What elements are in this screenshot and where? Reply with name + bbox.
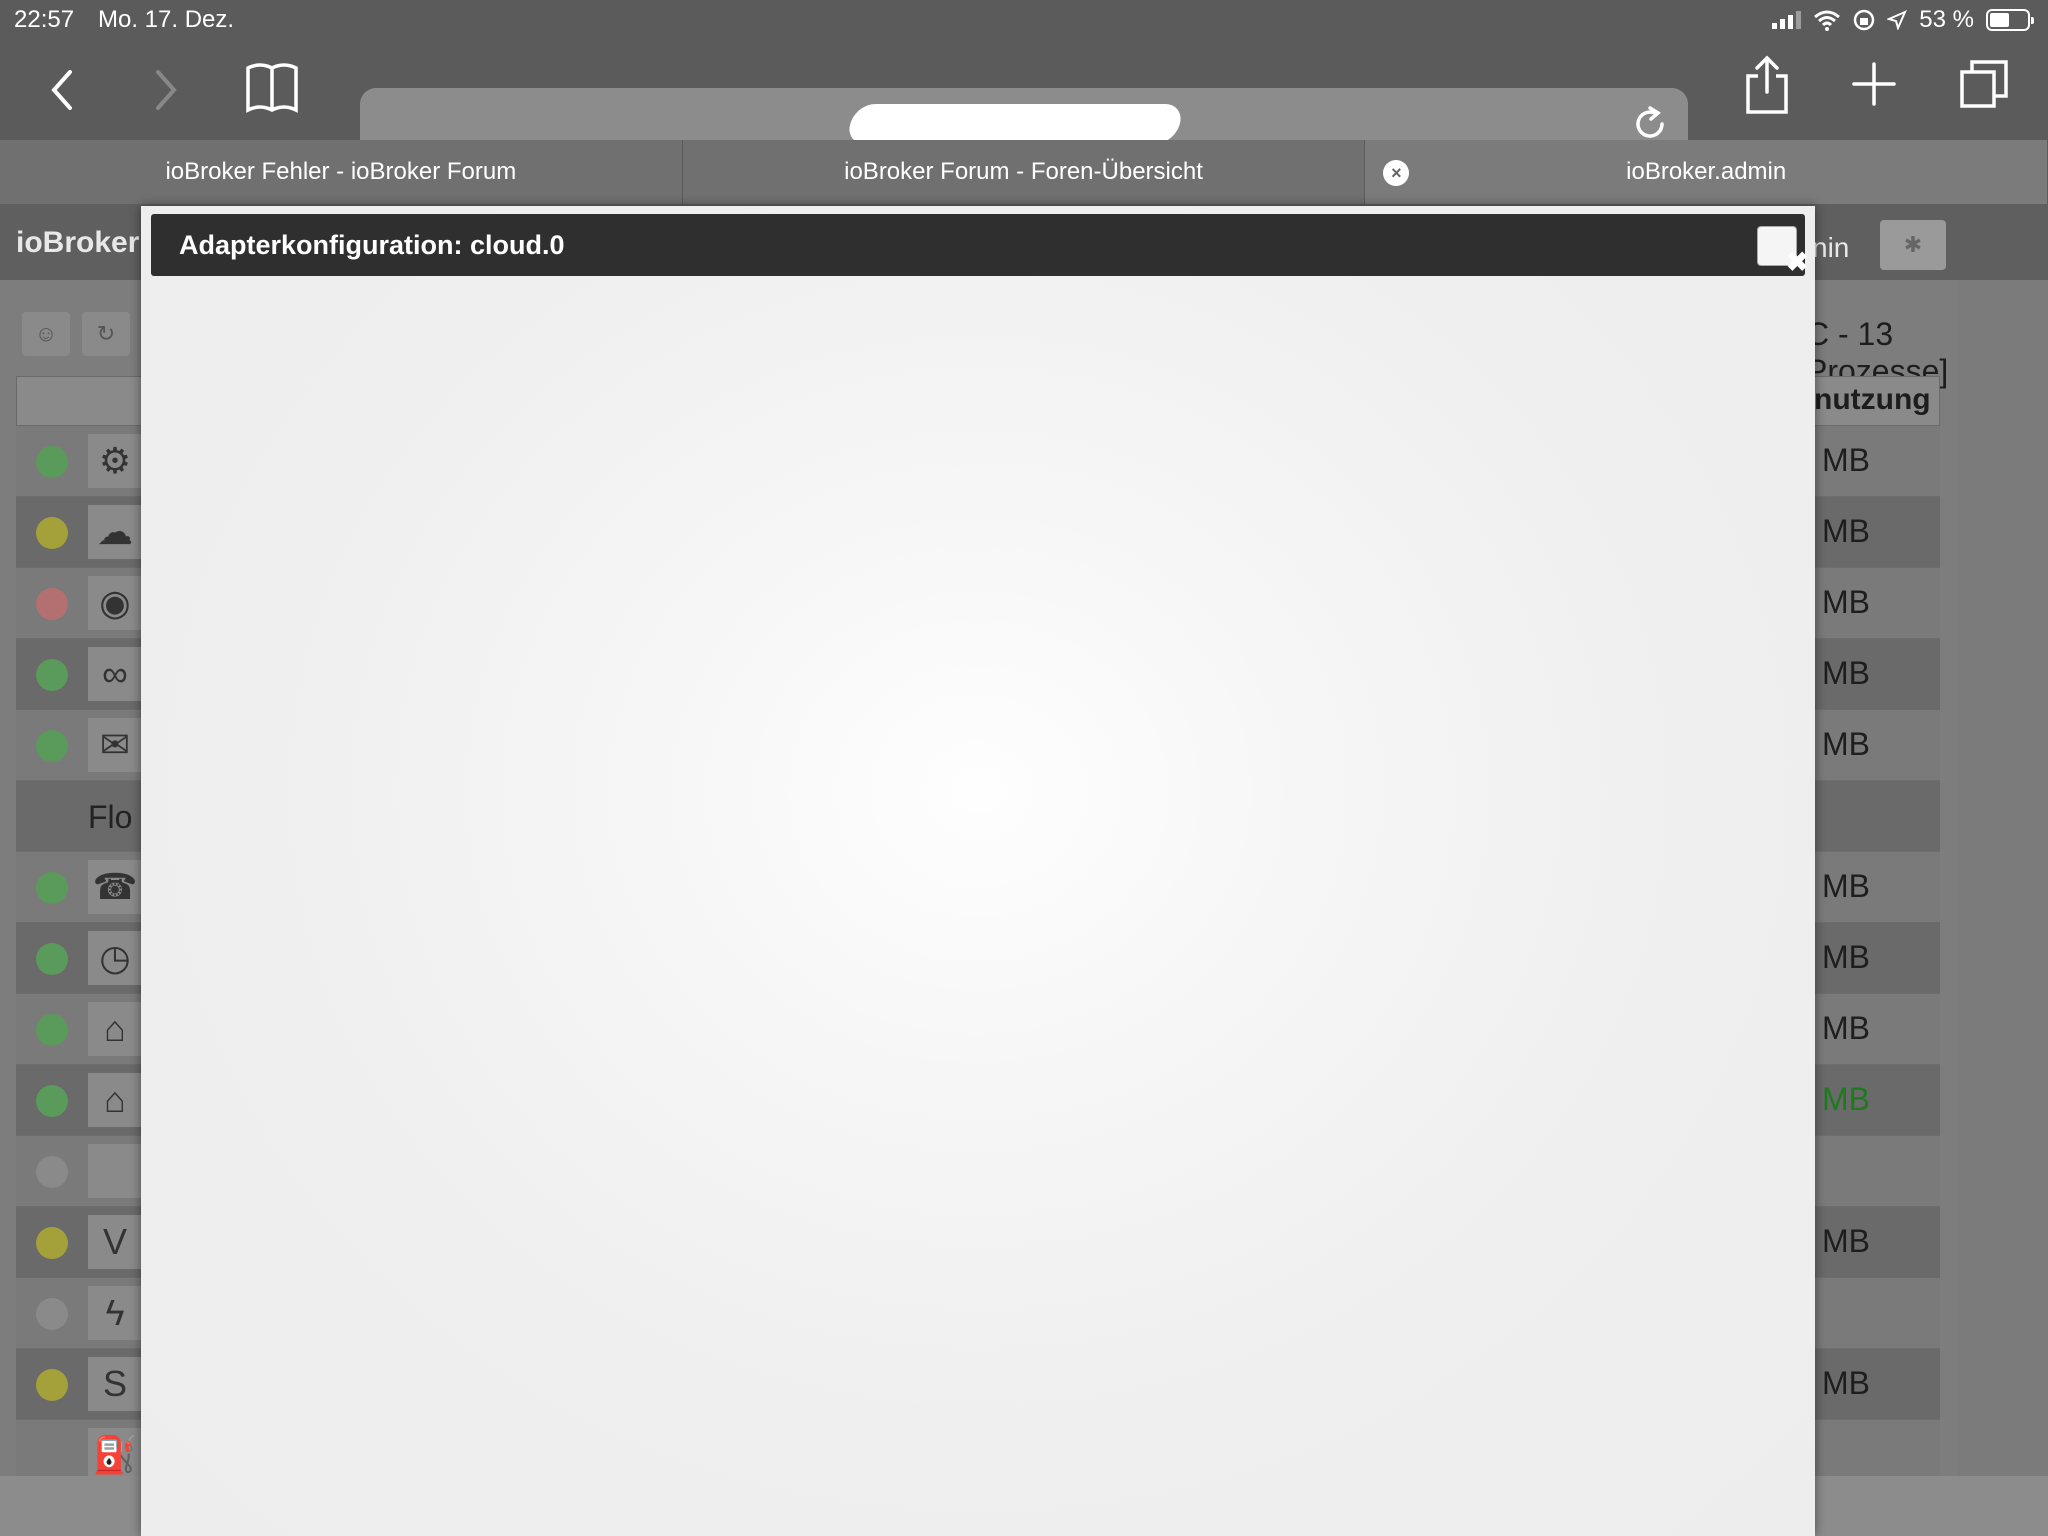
- memory-value: MB: [1822, 1223, 1870, 1259]
- status-indicators: 53 %: [1772, 6, 2034, 34]
- status-indicator: [36, 659, 68, 691]
- memory-value: MB: [1822, 655, 1870, 691]
- homematic-icon: ⌂: [88, 1002, 142, 1056]
- flash-icon: ϟ: [88, 1286, 142, 1340]
- user-icon: ☺: [34, 321, 58, 346]
- status-time: 22:57: [14, 6, 75, 33]
- binoculars-icon: ∞: [88, 647, 142, 701]
- memory-value: MB: [1822, 1365, 1870, 1401]
- user-filter-button[interactable]: ☺: [22, 312, 70, 356]
- status-indicator: [36, 872, 68, 904]
- orientation-lock-icon: [1854, 9, 1875, 31]
- memory-value: MB: [1822, 726, 1870, 762]
- group-label: Flo: [88, 799, 133, 835]
- memory-value: MB: [1822, 1081, 1870, 1117]
- adapter-icon-placeholder: [88, 1144, 142, 1198]
- tab-label: ioBroker.admin: [1626, 158, 1787, 185]
- user-label: nin: [1812, 232, 1850, 263]
- dialog-content: [141, 286, 1815, 1536]
- settings-button[interactable]: ✱: [1880, 220, 1946, 270]
- redacted-url: [847, 104, 1183, 144]
- mail-icon: ✉: [88, 718, 142, 772]
- status-indicator: [36, 1298, 68, 1330]
- status-indicator: [36, 943, 68, 975]
- tabs-overview-icon[interactable]: [1958, 58, 2010, 110]
- back-icon[interactable]: [48, 68, 76, 112]
- status-indicator: [36, 1085, 68, 1117]
- page-title: ioBroker: [16, 226, 140, 259]
- dialog-title: Adapterkonfiguration: cloud.0: [179, 230, 565, 260]
- reload-icon[interactable]: [1630, 104, 1670, 144]
- memory-value: MB: [1822, 513, 1870, 549]
- location-icon: [1887, 10, 1908, 30]
- sonoff-icon: S: [88, 1357, 142, 1411]
- tab-bar: ioBroker Fehler - ioBroker Forum ioBroke…: [0, 140, 2048, 204]
- homematic-icon: ⌂: [88, 1073, 142, 1127]
- busware-icon: ◉: [88, 576, 142, 630]
- status-indicator: [36, 1227, 68, 1259]
- close-icon: ✖: [1786, 247, 1809, 277]
- battery-icon: [1986, 9, 2034, 31]
- status-indicator: [36, 1369, 68, 1401]
- memory-value: MB: [1822, 1010, 1870, 1046]
- cloud-icon: ☁: [88, 505, 142, 559]
- status-indicator: [36, 1156, 68, 1188]
- gear-icon: ✱: [1903, 232, 1923, 257]
- dialog-titlebar: Adapterkonfiguration: cloud.0 ✖: [151, 214, 1809, 277]
- page-right-margin: [1958, 280, 2048, 1476]
- fuel-icon: ⛽: [88, 1428, 142, 1482]
- close-tab-icon[interactable]: ×: [1383, 160, 1410, 186]
- refresh-button[interactable]: ↻: [82, 312, 130, 356]
- cellular-signal-icon: [1772, 11, 1802, 29]
- viera-icon: V: [88, 1215, 142, 1269]
- adapter-config-dialog: Adapterkonfiguration: cloud.0 ✖: [141, 206, 1815, 1536]
- refresh-icon: ↻: [96, 321, 116, 346]
- tab-label: ioBroker Fehler - ioBroker Forum: [165, 158, 517, 185]
- forward-icon[interactable]: [152, 68, 180, 112]
- tab-iobroker-forum[interactable]: ioBroker Forum - Foren-Übersicht: [682, 140, 1366, 204]
- status-indicator: [36, 730, 68, 762]
- tab-label: ioBroker Forum - Foren-Übersicht: [844, 158, 1203, 185]
- new-tab-icon[interactable]: [1852, 62, 1896, 106]
- share-icon[interactable]: [1744, 54, 1790, 116]
- clock-icon: ◷: [88, 931, 142, 985]
- battery-percent: 53 %: [1919, 6, 1974, 33]
- bookmarks-icon[interactable]: [244, 60, 300, 114]
- gear-icon: ⚙: [88, 434, 142, 488]
- status-indicator: [36, 1014, 68, 1046]
- status-bar: 22:57 Mo. 17. Dez. 53 %: [0, 0, 2048, 40]
- close-dialog-button[interactable]: ✖: [1757, 226, 1809, 277]
- status-indicator: [36, 446, 68, 478]
- tab-iobroker-fehler[interactable]: ioBroker Fehler - ioBroker Forum: [0, 140, 683, 204]
- status-indicator: [36, 517, 68, 549]
- wifi-icon: [1814, 10, 1841, 31]
- browser-toolbar: [0, 40, 2048, 160]
- memory-value: MB: [1822, 939, 1870, 975]
- status-date: Mo. 17. Dez.: [98, 6, 235, 33]
- memory-value: MB: [1822, 584, 1870, 620]
- tab-iobroker-admin[interactable]: × ioBroker.admin: [1365, 140, 2048, 204]
- status-indicator: [36, 588, 68, 620]
- memory-column-header: nutzung: [1814, 383, 1931, 416]
- memory-value: MB: [1822, 442, 1870, 478]
- memory-value: MB: [1822, 868, 1870, 904]
- phone-icon: ☎: [88, 860, 142, 914]
